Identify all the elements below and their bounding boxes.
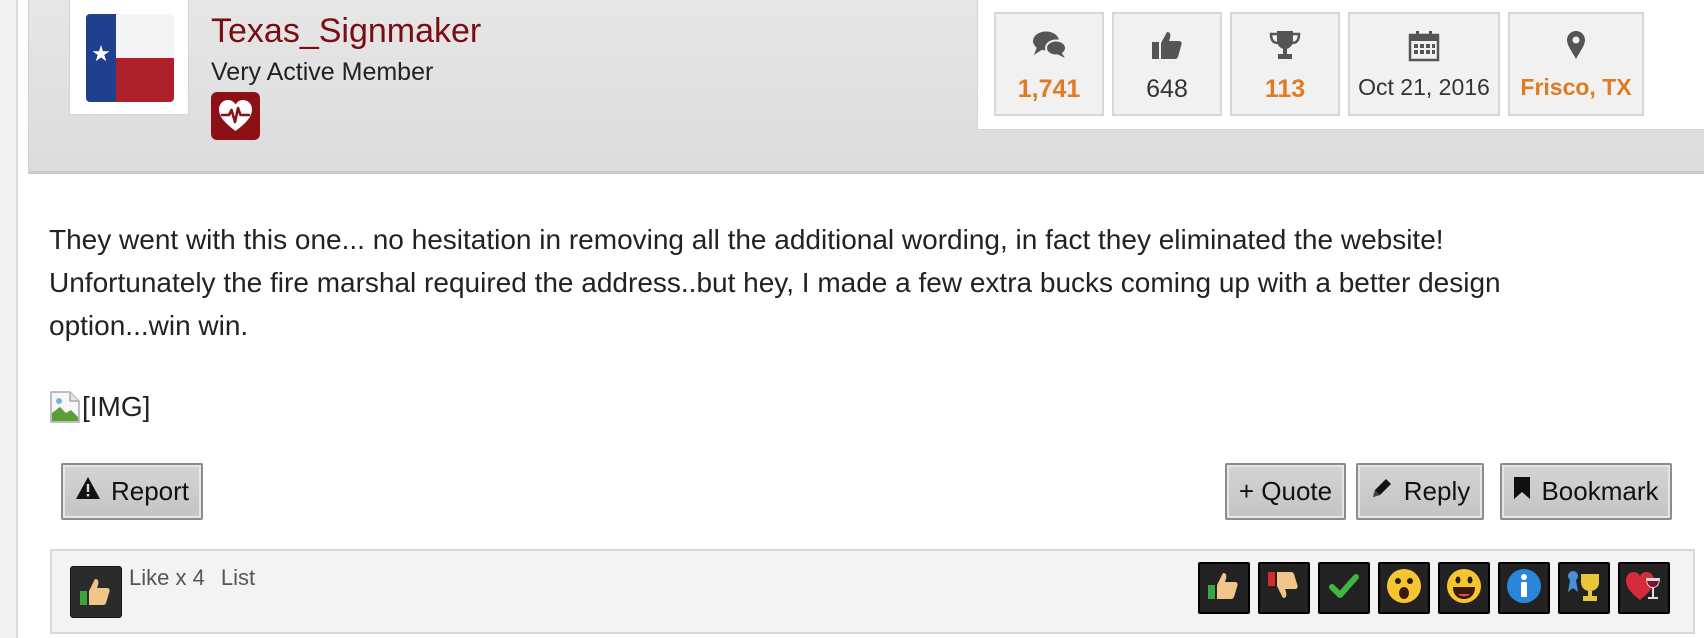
- info-icon: [1504, 566, 1544, 611]
- report-label: Report: [110, 476, 190, 506]
- bookmark-icon: [1513, 476, 1531, 507]
- broken-image-icon: [50, 391, 80, 423]
- checkmark-icon: [1324, 566, 1364, 611]
- reaction-agree-button[interactable]: [1318, 562, 1370, 614]
- reply-button[interactable]: Reply: [1356, 463, 1484, 520]
- bookmark-button[interactable]: Bookmark: [1500, 463, 1672, 520]
- post-line: option...win win.: [49, 310, 249, 341]
- bookmark-label: Bookmark: [1541, 476, 1659, 506]
- stat-location-value: Frisco, TX: [1520, 74, 1632, 100]
- stat-likes-value: 648: [1146, 75, 1188, 103]
- quote-label: + Quote: [1238, 476, 1333, 506]
- image-alt-text: [IMG]: [82, 391, 151, 422]
- heartbeat-badge-icon[interactable]: [211, 92, 260, 140]
- likes-bar: Like x 4 List: [50, 549, 1695, 634]
- pencil-icon: [1370, 476, 1394, 507]
- reaction-like-button[interactable]: [1198, 562, 1250, 614]
- like-icon: [1204, 566, 1244, 611]
- post-message: They went with this one... no hesitation…: [49, 218, 1649, 347]
- reaction-love-button[interactable]: [1618, 562, 1670, 614]
- post-line: Unfortunately the fire marshal required …: [49, 267, 1501, 298]
- stat-trophy-points[interactable]: 113: [1230, 12, 1340, 116]
- reaction-informative-button[interactable]: [1498, 562, 1550, 614]
- dislike-icon: [1264, 566, 1304, 611]
- star-icon: ★: [91, 42, 111, 67]
- stat-messages[interactable]: 1,741: [994, 12, 1104, 116]
- texas-flag-avatar: ★: [86, 14, 174, 102]
- map-pin-icon: [1510, 30, 1642, 64]
- broken-image[interactable]: [IMG]: [50, 389, 150, 425]
- user-title: Very Active Member: [211, 58, 434, 86]
- reaction-funny-button[interactable]: [1438, 562, 1490, 614]
- stat-joined: Oct 21, 2016: [1348, 12, 1500, 116]
- calendar-icon: [1350, 30, 1498, 64]
- reaction-wow-button[interactable]: [1378, 562, 1430, 614]
- stat-messages-value: 1,741: [1017, 75, 1081, 103]
- reaction-winner-button[interactable]: [1558, 562, 1610, 614]
- laughing-face-icon: [1444, 566, 1484, 611]
- left-rail: [0, 0, 18, 638]
- speech-bubbles-icon: [996, 30, 1102, 64]
- like-count-link[interactable]: Like x 4: [129, 565, 205, 590]
- surprised-face-icon: [1384, 566, 1424, 611]
- reaction-dislike-button[interactable]: [1258, 562, 1310, 614]
- post-user-header: ★ Texas_Signmaker Very Active Member 1,7…: [28, 0, 1704, 174]
- quote-button[interactable]: + Quote: [1225, 463, 1346, 520]
- like-summary-icon: [70, 566, 122, 618]
- award-trophy-icon: [1564, 566, 1604, 611]
- stat-location[interactable]: Frisco, TX: [1508, 12, 1644, 116]
- username-link[interactable]: Texas_Signmaker: [211, 12, 481, 51]
- heart-wine-icon: [1624, 566, 1664, 611]
- post-line: They went with this one... no hesitation…: [49, 224, 1444, 255]
- stat-joined-value: Oct 21, 2016: [1358, 74, 1490, 100]
- thumbs-up-icon: [1114, 30, 1220, 64]
- report-button[interactable]: Report: [61, 463, 203, 520]
- warning-icon: [75, 476, 101, 507]
- reply-label: Reply: [1403, 476, 1471, 506]
- trophy-icon: [1232, 30, 1338, 64]
- avatar[interactable]: ★: [69, 0, 189, 115]
- like-summary: Like x 4 List: [129, 565, 255, 591]
- stat-likes[interactable]: 648: [1112, 12, 1222, 116]
- like-list-link[interactable]: List: [221, 565, 255, 590]
- user-stats-panel: 1,741 648 113 Oct 21, 2016 Frisco, TX: [977, 0, 1704, 130]
- stat-trophy-value: 113: [1264, 75, 1306, 103]
